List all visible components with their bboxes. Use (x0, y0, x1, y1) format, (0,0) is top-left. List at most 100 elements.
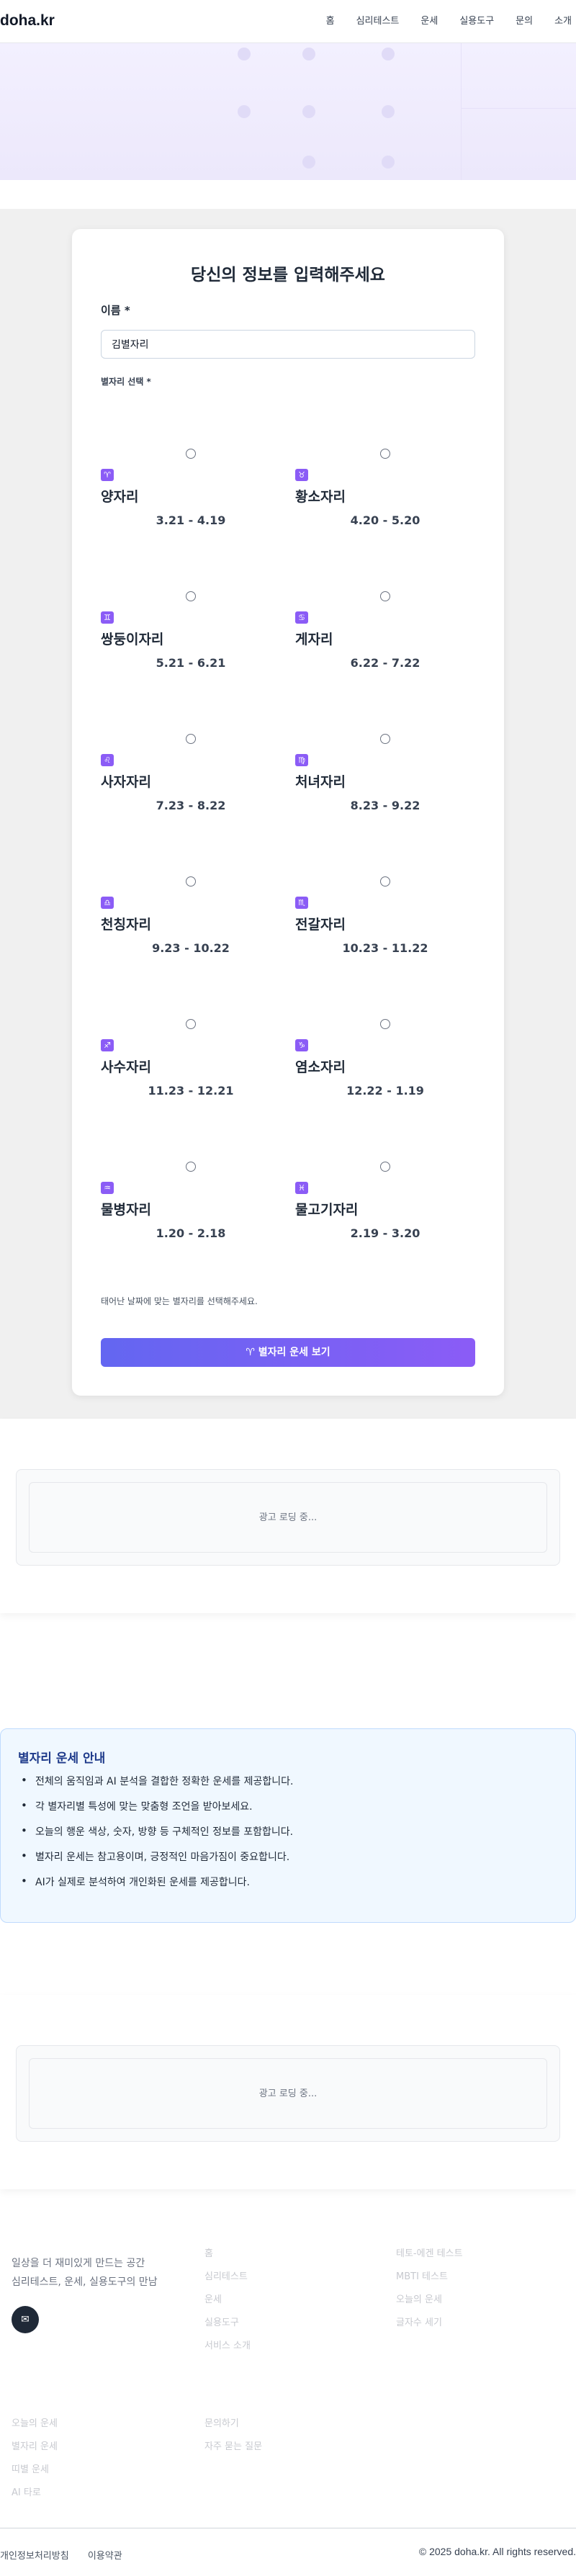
site-footer: 일상을 더 재미있게 만드는 공간 심리테스트, 운세, 실용도구의 만남 ✉ … (0, 2225, 576, 2576)
info-title: 별자리 운세 안내 (18, 1751, 106, 1766)
zodiac-option-libra[interactable]: ♎ 천칭자리 9.23 - 10.22 (101, 876, 288, 984)
zodiac-date: 7.23 - 8.22 (156, 799, 226, 812)
zodiac-label: 별자리 선택 * (101, 377, 151, 387)
zodiac-name: 양자리 (101, 489, 139, 505)
zodiac-name: 천칭자리 (101, 917, 151, 933)
zodiac-name: 사자자리 (101, 774, 151, 790)
zodiac-date: 10.23 - 11.22 (342, 941, 428, 955)
virgo-icon: ♍ (295, 754, 308, 766)
ad-loading-text: 광고 로딩 중... (29, 1482, 547, 1553)
zodiac-option-taurus[interactable]: ♉ 황소자리 4.20 - 5.20 (295, 449, 482, 557)
zodiac-date: 2.19 - 3.20 (350, 1226, 420, 1240)
footer-col-2: 테토-에겐 테스트 MBTI 테스트 오늘의 운세 글자수 세기 (396, 2243, 463, 2335)
footer-legal-links: 개인정보처리방침 이용약관 (0, 2548, 138, 2562)
info-item: 오늘의 행운 색상, 숫자, 방향 등 구체적인 정보를 포함합니다. (18, 1824, 293, 1849)
zodiac-date: 6.22 - 7.22 (350, 656, 420, 670)
info-item: AI가 실제로 분석하여 개인화된 운세를 제공합니다. (18, 1875, 293, 1900)
zodiac-option-sagittarius[interactable]: ♐ 사수자리 11.23 - 12.21 (101, 1019, 288, 1127)
zodiac-radio[interactable] (380, 876, 390, 887)
zodiac-option-gemini[interactable]: ♊ 쌍둥이자리 5.21 - 6.21 (101, 591, 288, 699)
nav-contact[interactable]: 문의 (516, 13, 533, 27)
footer-link[interactable]: 서비스 소개 (204, 2335, 251, 2358)
zodiac-radio[interactable] (380, 734, 390, 744)
footer-link[interactable]: 오늘의 운세 (12, 2413, 58, 2436)
zodiac-name: 황소자리 (295, 489, 346, 505)
decor-line (461, 43, 462, 180)
zodiac-radio[interactable] (186, 1162, 196, 1172)
zodiac-name: 처녀자리 (295, 774, 346, 790)
zodiac-option-cancer[interactable]: ♋ 게자리 6.22 - 7.22 (295, 591, 482, 699)
zodiac-date: 3.21 - 4.19 (156, 513, 226, 527)
view-horoscope-button[interactable]: ♈ 별자리 운세 보기 (101, 1338, 475, 1367)
scorpio-icon: ♏ (295, 897, 308, 909)
footer-link[interactable]: MBTI 테스트 (396, 2266, 463, 2289)
footer-link[interactable]: 홈 (204, 2243, 251, 2266)
footer-link[interactable]: 문의하기 (204, 2413, 262, 2436)
zodiac-name: 물고기자리 (295, 1202, 359, 1218)
footer-link[interactable]: 테토-에겐 테스트 (396, 2243, 463, 2266)
zodiac-option-scorpio[interactable]: ♏ 전갈자리 10.23 - 11.22 (295, 876, 482, 984)
nav-home[interactable]: 홈 (326, 13, 335, 27)
decor-dot (238, 48, 251, 60)
email-icon[interactable]: ✉ (12, 2306, 39, 2333)
sagittarius-icon: ♐ (101, 1039, 114, 1051)
name-input[interactable] (101, 330, 475, 359)
footer-link[interactable]: 운세 (204, 2289, 251, 2312)
zodiac-date: 8.23 - 9.22 (350, 799, 420, 812)
footer-link[interactable]: 오늘의 운세 (396, 2289, 463, 2312)
nav-psychology-test[interactable]: 심리테스트 (356, 13, 400, 27)
footer-link[interactable]: 띠별 운세 (12, 2459, 58, 2482)
footer-link[interactable]: 별자리 운세 (12, 2436, 58, 2459)
zodiac-name: 전갈자리 (295, 917, 346, 933)
libra-icon: ♎ (101, 897, 114, 909)
nav-about[interactable]: 소개 (554, 13, 572, 27)
footer-tagline: 일상을 더 재미있게 만드는 공간 심리테스트, 운세, 실용도구의 만남 (12, 2254, 158, 2292)
footer-link[interactable]: 자주 묻는 질문 (204, 2436, 262, 2459)
zodiac-option-aquarius[interactable]: ♒ 물병자리 1.20 - 2.18 (101, 1162, 288, 1270)
footer-link[interactable]: 실용도구 (204, 2312, 251, 2335)
decor-dot (382, 48, 395, 60)
form-section: 당신의 정보를 입력해주세요 이름 * 별자리 선택 * ♈ 양자리 3.21 … (0, 209, 576, 1419)
site-logo[interactable]: doha.kr (0, 12, 55, 30)
footer-link[interactable]: 글자수 세기 (396, 2312, 463, 2335)
privacy-policy-link[interactable]: 개인정보처리방침 (0, 2551, 69, 2562)
zodiac-option-leo[interactable]: ♌ 사자자리 7.23 - 8.22 (101, 734, 288, 842)
footer-link[interactable]: 심리테스트 (204, 2266, 251, 2289)
zodiac-radio[interactable] (380, 449, 390, 459)
copyright: © 2025 doha.kr. All rights reserved. (418, 2546, 576, 2557)
zodiac-date: 5.21 - 6.21 (156, 656, 226, 670)
zodiac-form-card: 당신의 정보를 입력해주세요 이름 * 별자리 선택 * ♈ 양자리 3.21 … (72, 229, 504, 1396)
footer-col-1: 홈 심리테스트 운세 실용도구 서비스 소개 (204, 2243, 251, 2358)
footer-link[interactable]: AI 타로 (12, 2482, 58, 2505)
zodiac-radio[interactable] (186, 591, 196, 601)
zodiac-radio[interactable] (380, 1162, 390, 1172)
decor-dot (382, 105, 395, 118)
zodiac-radio[interactable] (186, 1019, 196, 1029)
info-item: 별자리 운세는 참고용이며, 긍정적인 마음가짐이 중요합니다. (18, 1849, 293, 1875)
decor-line (461, 108, 576, 109)
zodiac-option-pisces[interactable]: ♓ 물고기자리 2.19 - 3.20 (295, 1162, 482, 1270)
footer-tagline-line-1: 일상을 더 재미있게 만드는 공간 (12, 2258, 145, 2269)
decor-dot (302, 105, 315, 118)
zodiac-radio[interactable] (186, 876, 196, 887)
zodiac-option-capricorn[interactable]: ♑ 염소자리 12.22 - 1.19 (295, 1019, 482, 1127)
nav-fortune[interactable]: 운세 (420, 13, 438, 27)
decor-dot (302, 156, 315, 169)
zodiac-radio[interactable] (380, 1019, 390, 1029)
zodiac-date: 9.23 - 10.22 (152, 941, 230, 955)
hero-banner (0, 43, 576, 180)
zodiac-option-aries[interactable]: ♈ 양자리 3.21 - 4.19 (101, 449, 288, 557)
zodiac-radio[interactable] (186, 734, 196, 744)
nav-tools[interactable]: 실용도구 (459, 13, 494, 27)
zodiac-radio[interactable] (380, 591, 390, 601)
zodiac-option-virgo[interactable]: ♍ 처녀자리 8.23 - 9.22 (295, 734, 482, 842)
zodiac-name: 물병자리 (101, 1202, 151, 1218)
footer-tagline-line-2: 심리테스트, 운세, 실용도구의 만남 (12, 2276, 158, 2288)
zodiac-radio[interactable] (186, 449, 196, 459)
gemini-icon: ♊ (101, 611, 114, 624)
terms-link[interactable]: 이용약관 (88, 2551, 122, 2562)
zodiac-name: 게자리 (295, 632, 333, 647)
zodiac-name: 쌍둥이자리 (101, 632, 164, 647)
horoscope-info-box: 별자리 운세 안내 전체의 움직임과 AI 분석을 결합한 정확한 운세를 제공… (0, 1728, 576, 1923)
zodiac-date: 4.20 - 5.20 (350, 513, 420, 527)
